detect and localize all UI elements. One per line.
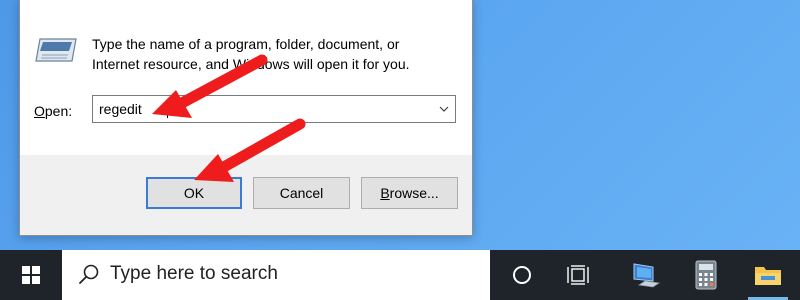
search-box[interactable]: Type here to search xyxy=(62,250,490,300)
task-view-button[interactable] xyxy=(548,250,608,300)
browse-label: rowse... xyxy=(389,185,439,201)
open-combobox[interactable] xyxy=(92,95,456,123)
calculator-button[interactable] xyxy=(676,250,736,300)
computer-icon xyxy=(633,263,661,288)
run-app-icon xyxy=(34,37,78,63)
windows-logo-icon xyxy=(22,266,40,284)
calculator-icon xyxy=(695,260,717,290)
run-dialog: Type the name of a program, folder, docu… xyxy=(19,0,473,236)
open-label: Open: xyxy=(34,103,72,119)
taskbar: Type here to search xyxy=(0,250,800,300)
file-explorer-button[interactable] xyxy=(738,250,798,300)
open-label-accesskey: O xyxy=(34,103,45,119)
chevron-down-icon[interactable] xyxy=(437,102,451,116)
task-view-icon xyxy=(567,265,589,285)
ok-button[interactable]: OK xyxy=(146,177,242,209)
browse-accesskey: B xyxy=(380,185,390,201)
cortana-button[interactable] xyxy=(492,250,552,300)
run-dialog-body: Type the name of a program, folder, docu… xyxy=(20,0,472,155)
browse-button[interactable]: Browse... xyxy=(361,177,458,209)
search-icon xyxy=(79,264,99,284)
open-label-text: pen: xyxy=(44,103,73,119)
run-description-line2: Internet resource, and Windows will open… xyxy=(92,56,410,72)
run-description-line1: Type the name of a program, folder, docu… xyxy=(92,36,400,52)
run-description: Type the name of a program, folder, docu… xyxy=(92,34,452,74)
open-input[interactable] xyxy=(93,96,445,122)
this-pc-button[interactable] xyxy=(616,250,676,300)
start-button[interactable] xyxy=(0,250,62,300)
text-caret xyxy=(167,101,168,118)
circle-icon xyxy=(513,266,531,284)
search-placeholder: Type here to search xyxy=(110,263,278,284)
cancel-button[interactable]: Cancel xyxy=(253,177,350,209)
folder-icon xyxy=(755,267,781,285)
